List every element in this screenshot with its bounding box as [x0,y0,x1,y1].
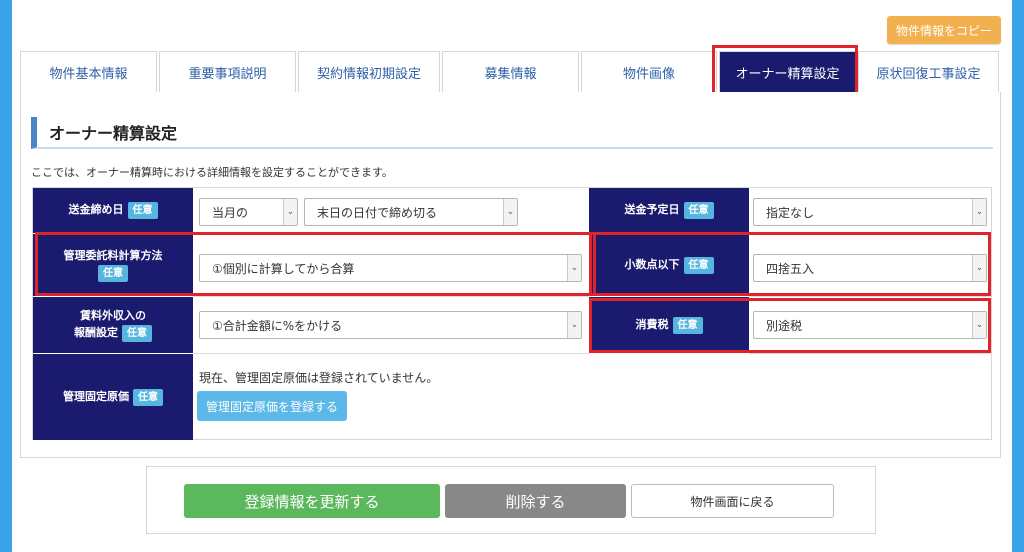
optional-badge: 任意 [672,316,703,334]
chevron-down-icon: ⌄ [972,312,986,338]
tab-bar: 物件基本情報 重要事項説明 契約情報初期設定 募集情報 物件画像 オーナー精算設… [20,51,1001,93]
register-fixed-cost-button[interactable]: 管理固定原価を登録する [197,391,347,421]
tab-property-images[interactable]: 物件画像 [581,51,717,92]
closing-month-select[interactable]: 当月の ⌄ [199,198,298,226]
non-rent-income-select[interactable]: ①合計金額に%をかける ⌄ [199,311,582,339]
optional-badge: 任意 [127,202,158,219]
chevron-down-icon: ⌄ [283,199,297,225]
tab-basic-info[interactable]: 物件基本情報 [20,51,157,92]
page: 物件情報をコピー 物件基本情報 重要事項説明 契約情報初期設定 募集情報 物件画… [12,0,1012,552]
fee-method-select[interactable]: ①個別に計算してから合算 ⌄ [199,254,582,282]
chevron-down-icon: ⌄ [972,199,986,225]
chevron-down-icon: ⌄ [567,312,581,338]
send-date-select[interactable]: 指定なし ⌄ [753,198,987,226]
chevron-down-icon: ⌄ [972,255,986,281]
copy-property-button[interactable]: 物件情報をコピー [887,16,1001,44]
optional-badge: 任意 [683,256,714,274]
settings-panel: オーナー精算設定 ここでは、オーナー精算時における詳細情報を設定することができま… [20,92,1001,458]
delete-button[interactable]: 削除する [445,484,626,518]
label-fixed-cost: 管理固定原価 任意 [33,354,193,440]
label-send-date: 送金予定日 任意 [589,188,749,234]
tab-important-matters[interactable]: 重要事項説明 [159,51,296,92]
label-closing-day: 送金締め日 任意 [33,188,193,234]
tab-recruitment[interactable]: 募集情報 [442,51,579,92]
chevron-down-icon: ⌄ [503,199,517,225]
label-non-rent-income: 賃料外収入の 報酬設定 任意 [33,297,193,354]
tab-owner-settlement[interactable]: オーナー精算設定 [719,51,856,92]
optional-badge: 任意 [98,264,128,282]
chevron-down-icon: ⌄ [567,255,581,281]
tab-restoration-work[interactable]: 原状回復工事設定 [858,51,999,92]
tab-contract-defaults[interactable]: 契約情報初期設定 [298,51,440,92]
label-fee-method: 管理委託料計算方法 任意 [33,234,193,297]
section-title: オーナー精算設定 [31,117,993,149]
footer-actions: 登録情報を更新する 削除する 物件画面に戻る [146,466,876,534]
optional-badge: 任意 [683,202,714,219]
label-consumption-tax: 消費税 任意 [589,297,749,354]
fixed-cost-status-text: 現在、管理固定原価は登録されていません。 [199,371,439,385]
closing-day-select[interactable]: 末日の日付で締め切る ⌄ [304,198,518,226]
optional-badge: 任意 [133,388,163,406]
consumption-tax-select[interactable]: 別途税 ⌄ [753,311,987,339]
section-description: ここでは、オーナー精算時における詳細情報を設定することができます。 [31,166,393,179]
label-decimal: 小数点以下 任意 [589,234,749,297]
settings-table: 送金締め日 任意 当月の ⌄ 末日の日付で締め切る ⌄ 送金予定日 任意 指定なし ⌄ 管… [32,187,992,440]
back-to-property-button[interactable]: 物件画面に戻る [631,484,834,518]
update-button[interactable]: 登録情報を更新する [184,484,440,518]
optional-badge: 任意 [122,324,152,342]
decimal-rounding-select[interactable]: 四捨五入 ⌄ [753,254,987,282]
